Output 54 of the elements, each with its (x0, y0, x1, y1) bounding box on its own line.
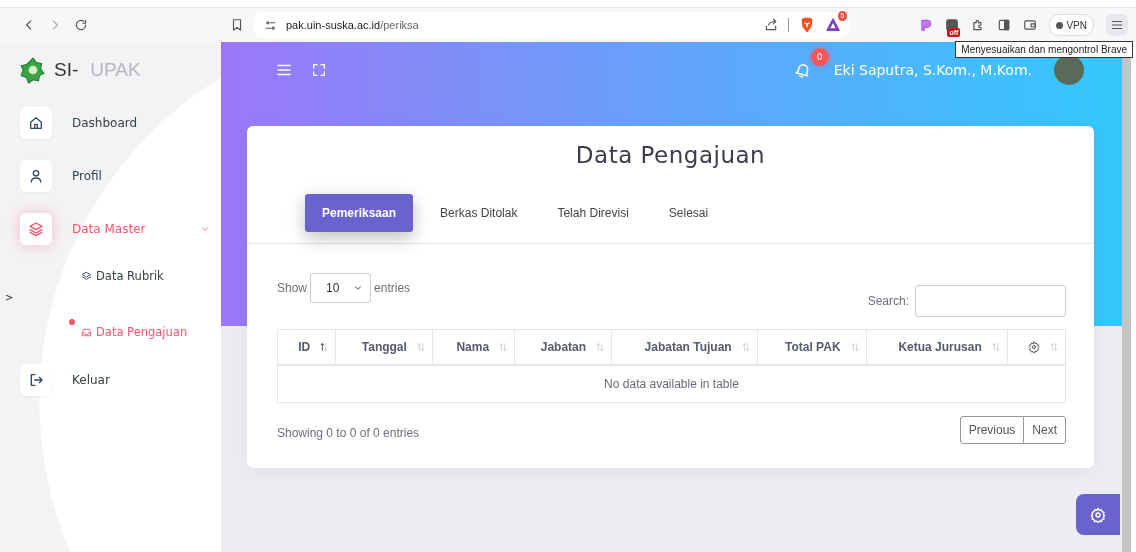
page-title: Data Pengajuan (574, 141, 767, 170)
user-icon (28, 168, 44, 184)
chevron-down-icon (200, 224, 210, 234)
logo-text: UPAK (90, 58, 141, 81)
length-label: Show (277, 281, 308, 295)
tab[interactable]: Pemeriksaan (305, 194, 414, 232)
wallet-icon[interactable] (1023, 18, 1038, 32)
menu-button[interactable] (1106, 14, 1128, 36)
chevron-down-icon (353, 283, 364, 293)
column-header[interactable]: ID (277, 329, 336, 365)
sidebar-item[interactable]: Profil (20, 159, 210, 193)
share-icon[interactable] (764, 18, 779, 32)
settings-button[interactable] (1076, 494, 1120, 535)
reload-icon[interactable] (74, 18, 88, 32)
column-header[interactable]: Ketua Jurusan (866, 329, 1008, 365)
fullscreen-icon[interactable] (311, 62, 327, 78)
submenu-item[interactable]: Data Rubrik (20, 265, 221, 287)
sidebar-item[interactable]: Dashboard (20, 106, 210, 140)
column-header[interactable]: Total PAK (757, 329, 867, 365)
pagination-button[interactable]: Next (1023, 416, 1066, 444)
column-header[interactable]: Tanggal (335, 329, 433, 365)
tab[interactable]: Telah Direvisi (544, 194, 642, 232)
column-header[interactable]: Nama (432, 329, 515, 365)
length-label: entries (374, 281, 411, 295)
inbox-icon (81, 326, 92, 338)
collapse-toggle[interactable]: > (5, 292, 14, 303)
entries-select[interactable]: 10 (310, 273, 372, 303)
logout-icon (28, 372, 44, 388)
tab[interactable]: Selesai (655, 194, 722, 232)
sidebar-panel-icon[interactable] (997, 18, 1012, 32)
gear-icon (1028, 341, 1040, 353)
home-icon (28, 115, 44, 131)
layers-icon (28, 221, 44, 237)
triangle-icon[interactable] (825, 17, 842, 33)
settings-icon (1090, 506, 1106, 523)
url-text[interactable]: pak.uin-suska.ac.id/periksa (286, 19, 756, 31)
menu-icon (1110, 18, 1124, 32)
table-info: Showing 0 to 0 of 0 entries (277, 425, 420, 440)
tooltip: Menyesuaikan dan mengontrol Brave (955, 41, 1133, 58)
search-field[interactable] (915, 285, 1066, 317)
site-settings-icon[interactable] (264, 18, 277, 32)
column-header[interactable]: Jabatan Tujuan (611, 329, 758, 365)
vpn-button[interactable]: VPN (1049, 14, 1094, 36)
active-dot (69, 319, 75, 325)
column-header[interactable]: Jabatan (514, 329, 612, 365)
table-cell: No data available in table (277, 365, 1066, 403)
search-label: Search: (867, 294, 909, 308)
sidebar-item[interactable]: Keluar (20, 363, 210, 397)
notification-badge: 0 (810, 48, 829, 66)
logo-text: SI- (54, 58, 79, 81)
bookmark-icon[interactable] (230, 18, 244, 32)
layers-icon (81, 270, 92, 282)
tab[interactable]: Berkas Ditolak (427, 194, 531, 232)
pagination-button[interactable]: Previous (959, 416, 1025, 444)
